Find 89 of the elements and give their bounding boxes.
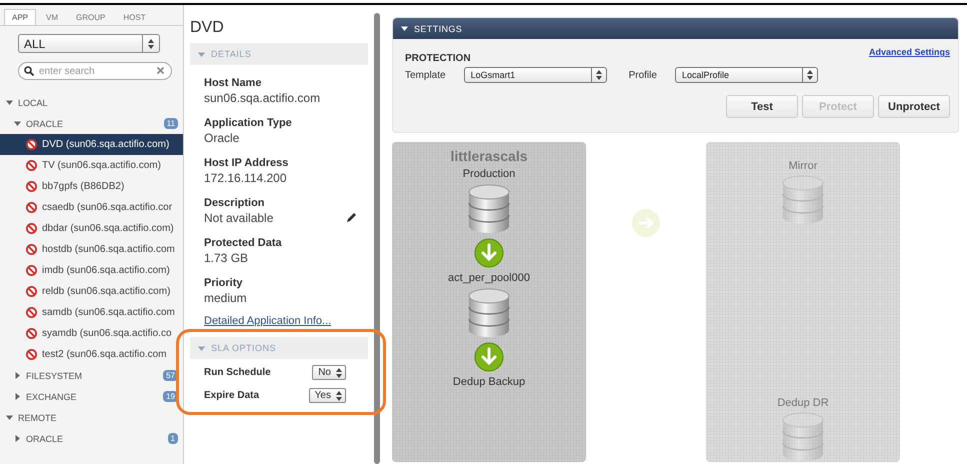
stepper-arrows-icon — [806, 70, 813, 80]
stepper-arrows-icon — [336, 390, 342, 400]
search-icon — [24, 66, 34, 76]
scrollbar[interactable] — [374, 13, 380, 464]
database-icon — [466, 288, 512, 338]
caret-down-icon[interactable] — [14, 120, 21, 127]
tree-item[interactable]: bb7gpfs (B86DB2) — [0, 176, 183, 197]
no-entry-icon — [26, 202, 37, 213]
caret-right-icon[interactable] — [14, 435, 21, 442]
app-title: DVD — [190, 19, 225, 37]
no-entry-icon — [26, 160, 37, 171]
tree-item[interactable]: syamdb (sun06.sqa.actifio.co — [0, 323, 183, 344]
advanced-settings-link[interactable]: Advanced Settings — [868, 47, 950, 57]
no-entry-icon — [26, 286, 37, 297]
action-button[interactable]: Test — [726, 95, 798, 118]
tree-item[interactable]: imdb (sun06.sqa.actifio.com) — [0, 260, 183, 281]
tree-item[interactable]: csaedb (sun06.sqa.actifio.cor — [0, 197, 183, 218]
stepper-arrows-icon — [148, 38, 154, 48]
tree-item[interactable]: DVD (sun06.sqa.actifio.com) — [0, 134, 183, 155]
field-value: 172.16.114.200 — [204, 171, 287, 185]
field-value: medium — [204, 291, 247, 305]
sidebar-tab[interactable]: GROUP — [68, 9, 114, 25]
search-field[interactable]: enter search — [18, 62, 172, 80]
option-label: Run Schedule — [204, 367, 271, 378]
select-dropdown[interactable]: LoGsmart1 — [464, 67, 607, 83]
stepper-arrows-icon — [336, 368, 342, 378]
field-label: Description — [204, 197, 265, 209]
field-value: 1.73 GB — [204, 251, 248, 265]
tree-category[interactable]: EXCHANGE 19 — [0, 386, 183, 407]
sidebar-tab[interactable]: APP — [4, 9, 36, 25]
stage-label: act_per_pool000 — [448, 272, 530, 284]
tree-item[interactable]: samdb (sun06.sqa.actifio.com — [0, 302, 183, 323]
caret-right-icon[interactable] — [14, 393, 21, 400]
no-entry-icon — [26, 349, 37, 360]
no-entry-icon — [26, 328, 37, 339]
action-button[interactable]: Unprotect — [878, 95, 950, 118]
panel-title: littlerascals — [450, 148, 528, 164]
field-label: Host Name — [204, 77, 262, 89]
tree-category[interactable]: ORACLE 11 — [0, 113, 183, 134]
no-entry-icon — [26, 244, 37, 255]
no-entry-icon — [26, 181, 37, 192]
field-value: Oracle — [204, 131, 240, 145]
field-value: Not available — [204, 211, 274, 225]
tree-item[interactable]: TV (sun06.sqa.actifio.com) — [0, 155, 183, 176]
database-icon — [780, 175, 826, 225]
field-value: sun06.sqa.actifio.com — [204, 91, 320, 105]
count-badge: 11 — [164, 118, 178, 129]
tree-item[interactable]: dbdar (sun06.sqa.actifio.com) — [0, 218, 183, 239]
clear-icon[interactable] — [156, 66, 165, 75]
count-badge: 1 — [168, 433, 178, 444]
option-dropdown[interactable]: Yes — [308, 388, 346, 403]
stage-label: Dedup Backup — [452, 376, 526, 388]
database-icon — [466, 184, 512, 234]
sidebar-tab[interactable]: VM — [38, 9, 66, 25]
settings-header[interactable]: SETTINGS — [393, 18, 958, 39]
field-label: Host IP Address — [204, 157, 288, 169]
no-entry-icon — [26, 139, 37, 150]
section-title: PROTECTION — [405, 53, 471, 64]
pencil-icon[interactable] — [346, 211, 358, 223]
stage-label: Mirror — [788, 160, 818, 172]
tree-category[interactable]: ORACLE 1 — [0, 428, 183, 449]
field-label: Profile — [628, 70, 657, 80]
select-dropdown[interactable]: LocalProfile — [674, 67, 818, 83]
stage-label: Dedup DR — [777, 397, 829, 409]
field-label: Protected Data — [204, 237, 282, 249]
stepper-arrows-icon — [596, 70, 602, 80]
field-label: Application Type — [204, 117, 292, 129]
filter-dropdown[interactable]: ALL — [18, 34, 160, 53]
field-label: Priority — [204, 277, 243, 289]
tree-item[interactable]: test2 (sun06.sqa.actifio.com — [0, 344, 183, 365]
option-dropdown[interactable]: No — [312, 365, 346, 380]
tree-category[interactable]: LOCAL — [0, 92, 183, 113]
no-entry-icon — [26, 223, 37, 234]
tree-item[interactable]: hostdb (sun06.sqa.actifio.com — [0, 239, 183, 260]
caret-right-icon[interactable] — [14, 372, 21, 379]
tree-category[interactable]: REMOTE — [0, 407, 183, 428]
no-entry-icon — [26, 265, 37, 276]
database-icon — [780, 412, 826, 462]
tree-category[interactable]: FILESYSTEM 57 — [0, 365, 183, 386]
caret-down-icon[interactable] — [401, 25, 408, 32]
tree-item[interactable]: reldb (sun06.sqa.actifio.com) — [0, 281, 183, 302]
caret-down-icon[interactable] — [6, 414, 13, 421]
field-label: Template — [405, 70, 446, 80]
no-entry-icon — [26, 307, 37, 318]
caret-down-icon[interactable] — [6, 99, 13, 106]
option-label: Expire Data — [204, 390, 260, 401]
details-link[interactable]: Detailed Application Info... — [204, 315, 332, 327]
stage-label: Production — [462, 168, 516, 180]
sidebar-tab[interactable]: HOST — [115, 9, 154, 25]
